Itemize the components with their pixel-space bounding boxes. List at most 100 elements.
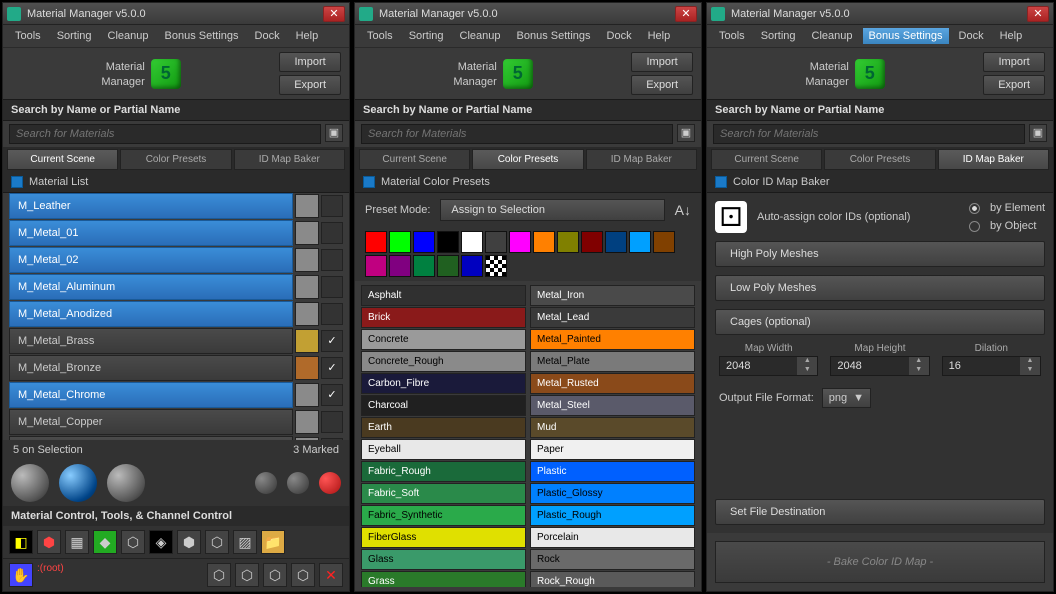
material-checkbox[interactable] — [321, 303, 343, 325]
material-name[interactable]: M_Metal_Anodized — [9, 301, 293, 327]
tab-color-presets[interactable]: Color Presets — [120, 149, 231, 170]
folder-icon[interactable]: 📁 — [261, 530, 285, 554]
by-element-radio[interactable] — [969, 203, 980, 214]
color-swatch[interactable] — [653, 231, 675, 253]
search-clear-button[interactable]: ▣ — [1029, 124, 1047, 142]
map-height-spinner[interactable]: 2048▲▼ — [830, 356, 929, 376]
color-swatch[interactable] — [413, 255, 435, 277]
preset-item[interactable]: Metal_Lead — [530, 307, 695, 328]
close-button[interactable]: ✕ — [323, 6, 345, 22]
material-swatch[interactable] — [295, 248, 319, 272]
set-destination-button[interactable]: Set File Destination — [715, 499, 1045, 525]
menu-dock[interactable]: Dock — [953, 28, 990, 44]
export-button[interactable]: Export — [631, 75, 693, 95]
menu-bonus[interactable]: Bonus Settings — [511, 28, 597, 44]
preset-item[interactable]: Mud — [530, 417, 695, 438]
menu-cleanup[interactable]: Cleanup — [454, 28, 507, 44]
high-poly-button[interactable]: High Poly Meshes — [715, 241, 1045, 267]
preset-item[interactable]: Metal_Steel — [530, 395, 695, 416]
menu-cleanup[interactable]: Cleanup — [102, 28, 155, 44]
bake-button[interactable]: - Bake Color ID Map - — [715, 541, 1045, 583]
material-checkbox[interactable] — [321, 384, 343, 406]
tool-icon[interactable] — [287, 472, 309, 494]
preset-item[interactable]: Plastic — [530, 461, 695, 482]
preset-list-left[interactable]: AsphaltBrickConcreteConcrete_RoughCarbon… — [361, 285, 526, 587]
tab-color-presets[interactable]: Color Presets — [472, 149, 583, 170]
export-button[interactable]: Export — [279, 75, 341, 95]
material-checkbox[interactable] — [321, 249, 343, 271]
preset-item[interactable]: Grass — [361, 571, 526, 587]
preview-sphere[interactable] — [59, 464, 97, 502]
export-button[interactable]: Export — [983, 75, 1045, 95]
sort-icon[interactable]: A↓ — [675, 202, 691, 218]
preset-item[interactable]: FiberGlass — [361, 527, 526, 548]
material-row[interactable]: M_Metal_Chrome — [9, 382, 343, 408]
color-swatch[interactable] — [365, 231, 387, 253]
material-name[interactable]: M_Metal_Aluminum — [9, 274, 293, 300]
node-icon[interactable]: ⬢ — [37, 530, 61, 554]
material-name[interactable]: M_Leather — [9, 193, 293, 219]
preset-item[interactable]: Fabric_Soft — [361, 483, 526, 504]
preset-item[interactable]: Rock — [530, 549, 695, 570]
preset-item[interactable]: Metal_Plate — [530, 351, 695, 372]
menu-tools[interactable]: Tools — [361, 28, 399, 44]
preview-sphere[interactable] — [11, 464, 49, 502]
dilation-spinner[interactable]: 16▲▼ — [942, 356, 1041, 376]
preset-item[interactable]: Asphalt — [361, 285, 526, 306]
green-cube-icon[interactable]: ◆ — [93, 530, 117, 554]
tool-icon[interactable]: ▦ — [65, 530, 89, 554]
close-icon[interactable]: ✕ — [319, 563, 343, 587]
preset-item[interactable]: Concrete_Rough — [361, 351, 526, 372]
tab-id-map-baker[interactable]: ID Map Baker — [938, 149, 1049, 170]
menu-sorting[interactable]: Sorting — [51, 28, 98, 44]
search-input[interactable] — [713, 124, 1025, 144]
preset-item[interactable]: Rock_Rough — [530, 571, 695, 587]
material-swatch[interactable] — [295, 275, 319, 299]
material-list[interactable]: M_Leather M_Metal_01 M_Metal_02 M_Metal_… — [3, 193, 349, 440]
import-button[interactable]: Import — [631, 52, 693, 72]
material-checkbox[interactable] — [321, 276, 343, 298]
color-swatch[interactable] — [389, 231, 411, 253]
titlebar[interactable]: Material Manager v5.0.0 ✕ — [355, 3, 701, 25]
tool-icon[interactable]: ⬡ — [121, 530, 145, 554]
hand-icon[interactable]: ✋ — [9, 563, 33, 587]
color-swatch[interactable] — [557, 231, 579, 253]
baker-checkbox[interactable] — [715, 176, 727, 188]
color-swatch[interactable] — [629, 231, 651, 253]
color-swatch[interactable] — [605, 231, 627, 253]
menu-sorting[interactable]: Sorting — [755, 28, 802, 44]
material-name[interactable]: M_Metal_Bronze — [9, 355, 293, 381]
tab-current-scene[interactable]: Current Scene — [359, 149, 470, 170]
material-name[interactable]: M_Metal_01 — [9, 220, 293, 246]
color-swatch[interactable] — [461, 231, 483, 253]
tool-icon[interactable]: ◈ — [149, 530, 173, 554]
preset-item[interactable]: Plastic_Rough — [530, 505, 695, 526]
tool-icon[interactable]: ⬢ — [177, 530, 201, 554]
titlebar[interactable]: Material Manager v5.0.0 ✕ — [707, 3, 1053, 25]
tab-id-map-baker[interactable]: ID Map Baker — [586, 149, 697, 170]
menu-help[interactable]: Help — [994, 28, 1029, 44]
presets-checkbox[interactable] — [363, 176, 375, 188]
close-button[interactable]: ✕ — [675, 6, 697, 22]
import-button[interactable]: Import — [279, 52, 341, 72]
preset-item[interactable]: Carbon_Fibre — [361, 373, 526, 394]
material-name[interactable]: M_Metal_Copper — [9, 409, 293, 435]
titlebar[interactable]: Material Manager v5.0.0 ✕ — [3, 3, 349, 25]
cube-icon[interactable]: ◧ — [9, 530, 33, 554]
material-swatch[interactable] — [295, 329, 319, 353]
preset-item[interactable]: Metal_Iron — [530, 285, 695, 306]
tool-icon[interactable]: ⬡ — [291, 563, 315, 587]
color-swatch[interactable] — [485, 255, 507, 277]
preset-item[interactable]: Fabric_Rough — [361, 461, 526, 482]
menu-bonus[interactable]: Bonus Settings — [863, 28, 949, 44]
low-poly-button[interactable]: Low Poly Meshes — [715, 275, 1045, 301]
material-name[interactable]: M_Metal_02 — [9, 247, 293, 273]
material-row[interactable]: M_Leather — [9, 193, 343, 219]
tool-icon[interactable]: ▨ — [233, 530, 257, 554]
map-width-spinner[interactable]: 2048▲▼ — [719, 356, 818, 376]
material-checkbox[interactable] — [321, 222, 343, 244]
preset-item[interactable]: Charcoal — [361, 395, 526, 416]
preset-item[interactable]: Metal_Painted — [530, 329, 695, 350]
color-swatch[interactable] — [509, 231, 531, 253]
cages-button[interactable]: Cages (optional) — [715, 309, 1045, 335]
